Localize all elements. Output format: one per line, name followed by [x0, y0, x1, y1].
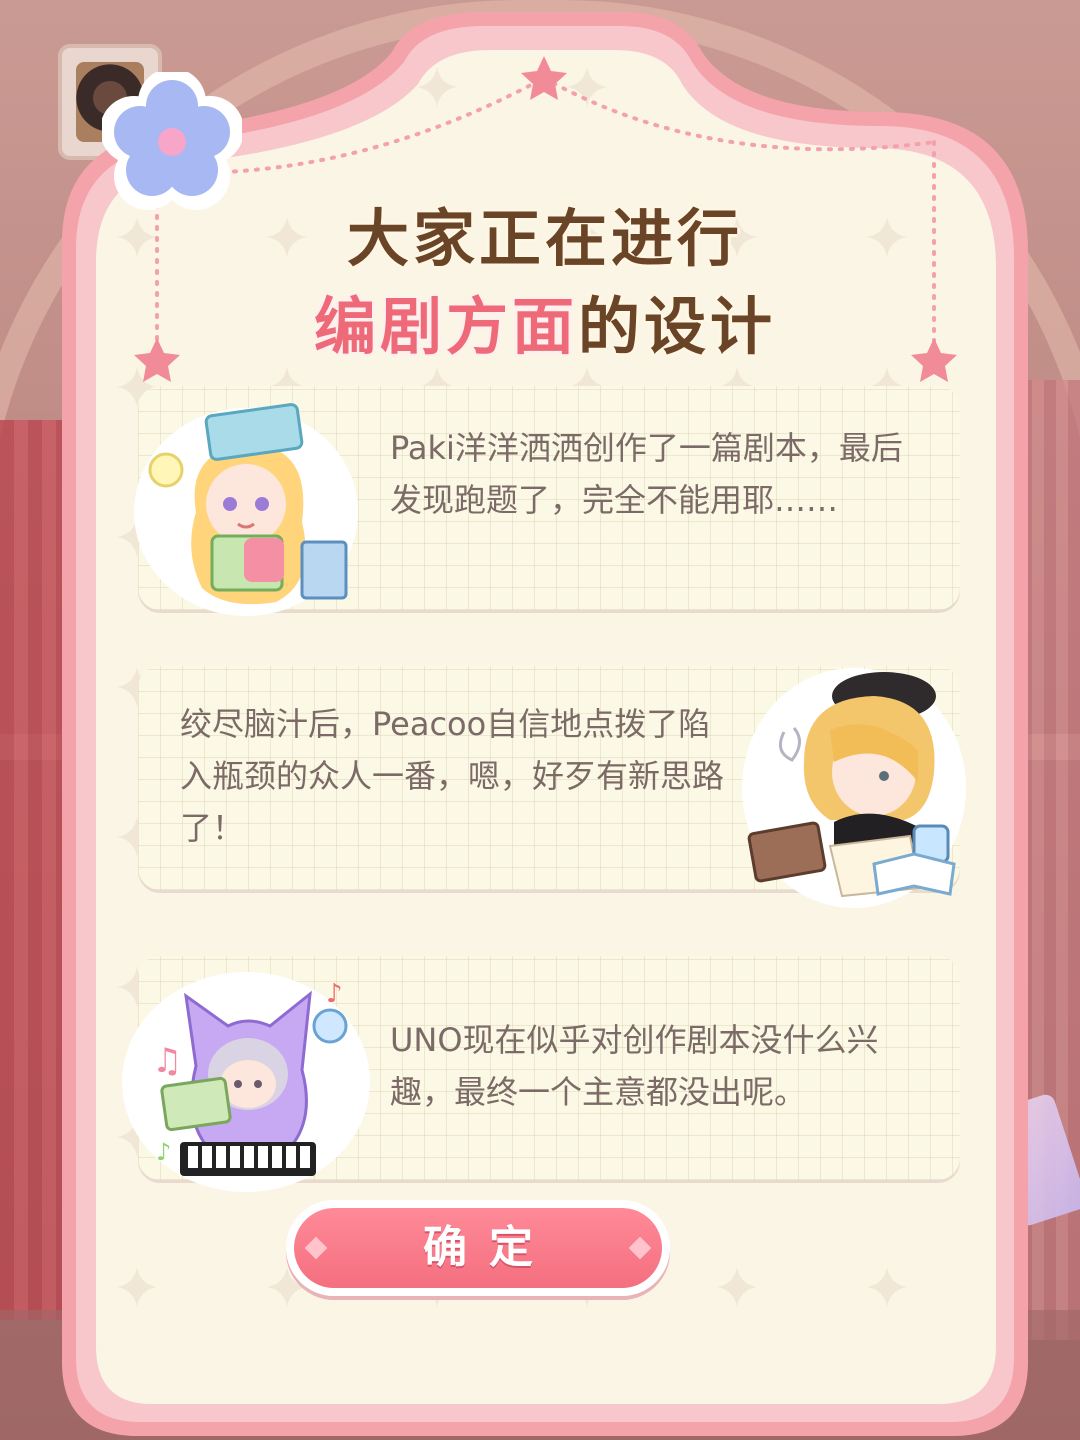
svg-text:♪: ♪ [326, 979, 343, 1009]
story-card-uno: ♫ ♪ ♪ UNO现在似乎对创作剧本没什么兴趣，最终一个主意都没出呢。 [122, 956, 960, 1192]
confirm-button[interactable]: 确定 [286, 1200, 670, 1296]
dialog-title-line2: 编剧方面的设计 [62, 276, 1028, 366]
story-card-paki: Paki洋洋洒洒创作了一篇剧本，最后发现跑题了，完全不能用耶…… [134, 386, 960, 616]
title-highlight: 编剧方面 [313, 290, 578, 363]
svg-text:♪: ♪ [156, 1138, 171, 1166]
card-text: Paki洋洋洒洒创作了一篇剧本，最后发现跑题了，完全不能用耶…… [390, 429, 903, 519]
peacoo-avatar-icon [742, 668, 966, 908]
title-rest: 的设计 [578, 290, 777, 363]
dialog-title-line1: 大家正在进行 [346, 202, 743, 275]
card-text: UNO现在似乎对创作剧本没什么兴趣，最终一个主意都没出呢。 [390, 1021, 879, 1111]
paki-avatar-icon [134, 403, 358, 616]
card-text: 绞尽脑汁后，Peacoo自信地点拨了陷入瓶颈的众人一番，嗯，好歹有新思路了！ [180, 705, 725, 847]
svg-text:♫: ♫ [152, 1041, 182, 1081]
uno-avatar-icon: ♫ ♪ ♪ [122, 972, 370, 1192]
story-card-peacoo: 绞尽脑汁后，Peacoo自信地点拨了陷入瓶颈的众人一番，嗯，好歹有新思路了！ [138, 666, 966, 908]
confirm-button-label[interactable]: 确定 [286, 1200, 670, 1296]
